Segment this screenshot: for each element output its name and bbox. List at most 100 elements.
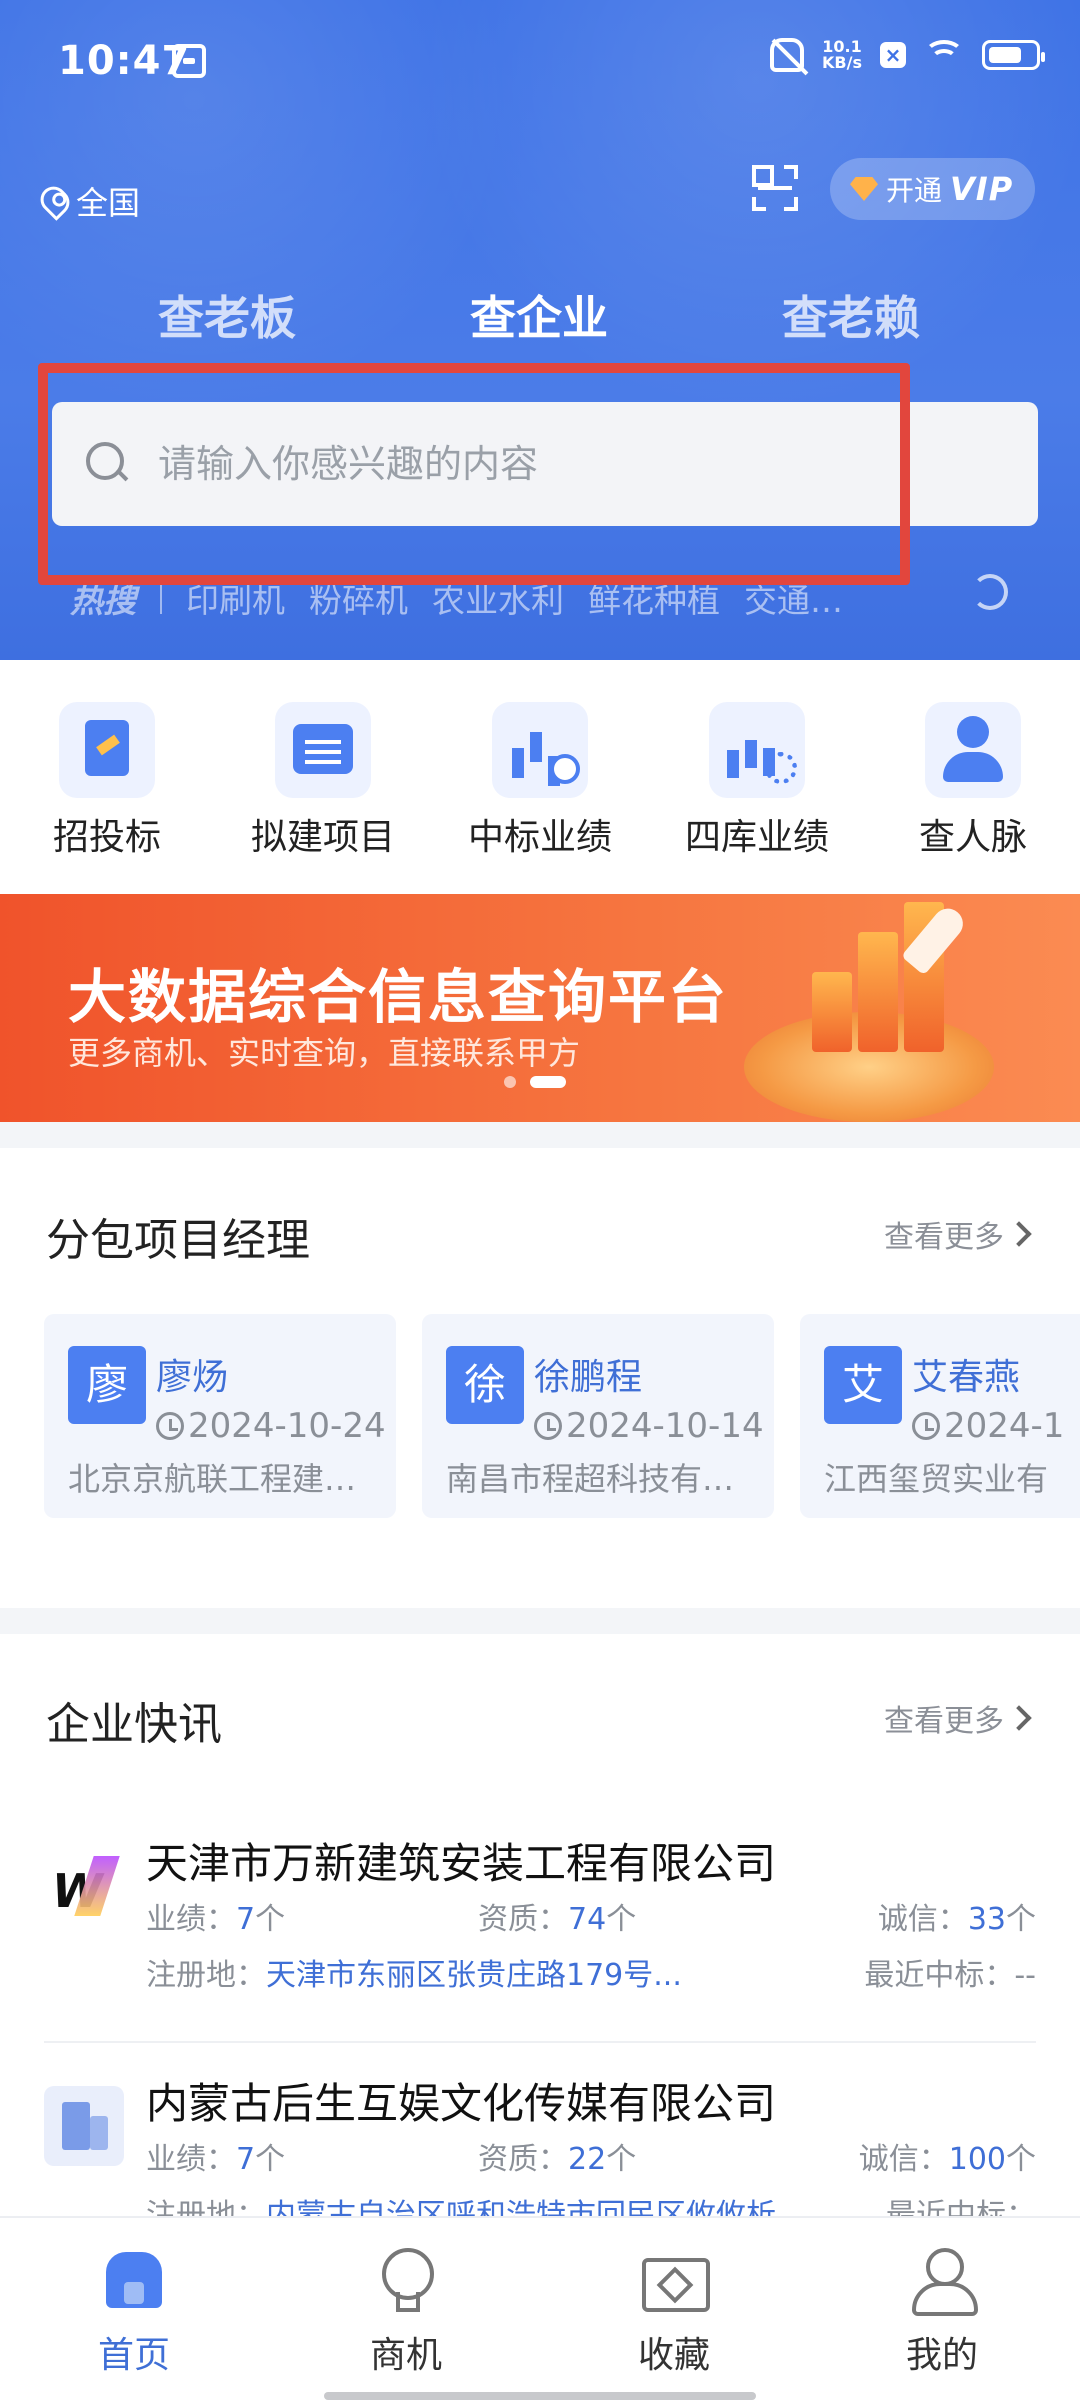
lightbulb-icon — [374, 2248, 438, 2312]
quick-actions: 招投标 拟建项目 中标业绩 四库业绩 查人脉 — [0, 660, 1080, 894]
location-selector[interactable]: 全国 — [35, 178, 140, 224]
list-item[interactable]: 内蒙古后生互娱文化传媒有限公司 业绩：7个 资质：22个 诚信：100个 注册地… — [44, 2070, 1036, 2240]
divider — [160, 582, 162, 614]
tab-debtor[interactable]: 查老赖 — [782, 282, 920, 348]
clock-icon — [534, 1412, 562, 1440]
recent-bid-value: -- — [1014, 1958, 1036, 1993]
unit: 个 — [606, 2142, 637, 2177]
status-time: 10:47 — [58, 38, 191, 84]
credit-label: 诚信： — [877, 1902, 968, 1937]
manager-name: 廖炀 — [156, 1357, 229, 1398]
manager-card[interactable]: 廖 廖炀 2024-10-24 北京京航联工程建… — [44, 1314, 396, 1518]
net-speed-unit: KB/s — [822, 53, 862, 72]
date-value: 2024-10-14 — [566, 1406, 764, 1446]
manager-company: 南昌市程超科技有… — [446, 1460, 735, 1498]
hot-term[interactable]: 农业水利 — [432, 574, 564, 622]
qualification-label: 资质： — [478, 2142, 568, 2177]
avatar: 廖 — [68, 1346, 146, 1424]
home-indicator — [324, 2392, 756, 2400]
performance-value: 7 — [236, 1902, 256, 1937]
four-library-icon — [709, 702, 805, 798]
tab-label: 商机 — [369, 2335, 442, 2376]
view-more-link[interactable]: 查看更多 — [884, 1696, 1032, 1740]
search-type-tabs: 查老板 查企业 查老赖 — [0, 282, 1080, 352]
winning-bid-icon — [492, 702, 588, 798]
status-bar: 10:47 10.1 KB/s × — [0, 0, 1080, 125]
search-bar[interactable] — [52, 402, 1038, 526]
view-more-link[interactable]: 查看更多 — [884, 1212, 1032, 1256]
quick-action-label: 招投标 — [52, 817, 161, 858]
battery-icon — [982, 40, 1045, 70]
reg-address-label: 注册地： — [146, 1958, 266, 1993]
manager-name: 徐鹏程 — [534, 1357, 643, 1398]
tab-label: 我的 — [905, 2335, 978, 2376]
manager-date: 2024-1 — [912, 1406, 1064, 1446]
company-name: 天津市万新建筑安装工程有限公司 — [146, 1839, 777, 1888]
qualification-value: 74 — [568, 1902, 607, 1937]
recent-bid-label: 最近中标： — [864, 1958, 1015, 1993]
net-speed: 10.1 KB/s — [822, 39, 862, 71]
search-icon — [86, 442, 130, 486]
tab-me[interactable]: 我的 — [852, 2248, 1032, 2378]
vip-label: 开通 — [886, 174, 943, 207]
manager-date: 2024-10-24 — [156, 1406, 386, 1446]
manager-cards: 廖 廖炀 2024-10-24 北京京航联工程建… 徐 徐鹏程 2024-10-… — [44, 1314, 1080, 1518]
banner-bar — [858, 932, 898, 1052]
scan-icon[interactable] — [752, 165, 798, 211]
quick-action-label: 查人脉 — [918, 817, 1027, 858]
pagination-dot-active[interactable] — [530, 1076, 566, 1088]
tab-boss[interactable]: 查老板 — [158, 282, 296, 348]
view-more-label: 查看更多 — [884, 1220, 1004, 1255]
quick-action-label: 中标业绩 — [467, 817, 612, 858]
hot-term[interactable]: 粉碎机 — [309, 574, 408, 622]
hot-term[interactable]: 印刷机 — [186, 574, 285, 622]
manager-card[interactable]: 艾 艾春燕 2024-1 江西玺贸实业有 — [800, 1314, 1080, 1518]
data-off-icon: × — [880, 42, 906, 68]
hot-search-label: 热搜 — [70, 581, 136, 620]
company-name: 内蒙古后生互娱文化传媒有限公司 — [146, 2079, 777, 2128]
quick-action-contacts[interactable]: 查人脉 — [888, 702, 1058, 860]
quick-action-winning[interactable]: 中标业绩 — [455, 702, 625, 860]
quick-action-planned[interactable]: 拟建项目 — [238, 702, 408, 860]
chevron-right-icon — [1006, 1221, 1032, 1247]
banner-subtitle: 更多商机、实时查询，直接联系甲方 — [68, 1034, 581, 1072]
subcontract-section: 分包项目经理 查看更多 廖 廖炀 2024-10-24 北京京航联工程建… 徐 … — [0, 1148, 1080, 1608]
mute-icon — [770, 38, 805, 72]
manager-name: 艾春燕 — [912, 1357, 1021, 1398]
tab-favorites[interactable]: 收藏 — [584, 2248, 764, 2378]
performance-label: 业绩： — [146, 2142, 236, 2177]
manager-company: 北京京航联工程建… — [68, 1460, 357, 1498]
pagination-dot[interactable] — [504, 1076, 516, 1088]
quick-action-bidding[interactable]: 招投标 — [22, 702, 192, 860]
unit: 个 — [606, 1902, 637, 1937]
reg-address-value: 天津市东丽区张贵庄路179号... — [266, 1958, 682, 1993]
profile-icon — [910, 2248, 978, 2316]
vip-button[interactable]: 开通 VIP — [830, 158, 1035, 220]
wifi-icon — [924, 40, 964, 70]
app-home-page: 10:47 10.1 KB/s × 全国 开通 VIP 查老板 查企业 查老赖 … — [0, 0, 1080, 2408]
search-input[interactable] — [158, 442, 858, 486]
view-more-label: 查看更多 — [884, 1704, 1004, 1739]
list-item[interactable]: W 天津市万新建筑安装工程有限公司 业绩：7个 资质：74个 诚信：33个 注册… — [44, 1830, 1036, 2010]
tab-opportunities[interactable]: 商机 — [316, 2248, 496, 2378]
section-title: 企业快讯 — [46, 1699, 222, 1750]
manager-card[interactable]: 徐 徐鹏程 2024-10-14 南昌市程超科技有… — [422, 1314, 774, 1518]
refresh-icon[interactable] — [972, 574, 1008, 610]
company-news-section: 企业快讯 查看更多 W 天津市万新建筑安装工程有限公司 业绩：7个 资质：74个… — [0, 1634, 1080, 2234]
performance-value: 7 — [236, 2142, 256, 2177]
avatar: 徐 — [446, 1346, 524, 1424]
tab-home[interactable]: 首页 — [44, 2248, 224, 2378]
hot-term[interactable]: 交通… — [744, 574, 843, 622]
date-value: 2024-1 — [944, 1406, 1065, 1446]
unit: 个 — [255, 1902, 286, 1937]
tab-label: 首页 — [97, 2335, 170, 2376]
avatar: 艾 — [824, 1346, 902, 1424]
quick-action-four-library[interactable]: 四库业绩 — [672, 702, 842, 860]
qualification-value: 22 — [568, 2142, 607, 2177]
section-title: 分包项目经理 — [46, 1215, 310, 1266]
banner-title: 大数据综合信息查询平台 — [68, 963, 729, 1031]
hot-term[interactable]: 鲜花种植 — [588, 574, 720, 622]
location-pin-icon — [35, 181, 75, 221]
tab-company[interactable]: 查企业 — [470, 282, 608, 348]
bottom-tab-bar: 首页 商机 收藏 我的 — [0, 2216, 1080, 2408]
